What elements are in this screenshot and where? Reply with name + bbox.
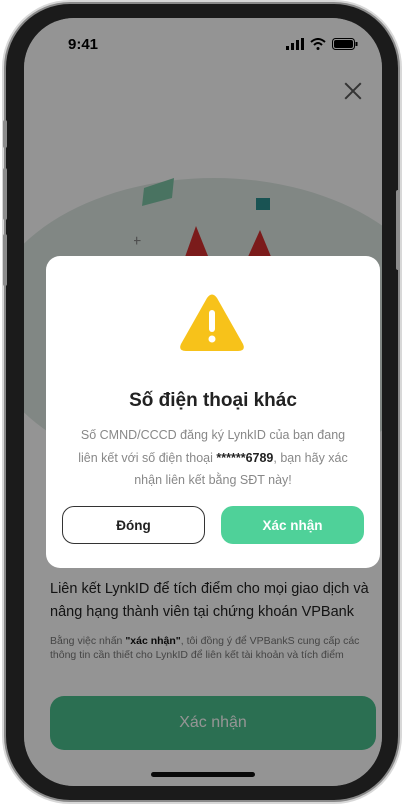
dialog-message: Số CMND/CCCD đăng ký LynkID của bạn đang…: [70, 424, 356, 492]
status-time: 9:41: [68, 36, 99, 53]
dialog-title: Số điện thoại khác: [129, 390, 297, 411]
phone-mismatch-dialog: Số điện thoại khác Số CMND/CCCD đăng ký …: [46, 256, 380, 568]
masked-phone: ******6789: [216, 450, 274, 465]
side-button: [3, 234, 7, 286]
phone-frame: + Liên kết LynkID để tích điểm cho mọi g…: [6, 4, 398, 800]
confirm-button[interactable]: Xác nhận: [221, 506, 364, 544]
wifi-icon: [310, 38, 326, 50]
screen: + Liên kết LynkID để tích điểm cho mọi g…: [24, 18, 382, 786]
warning-triangle-icon: [180, 294, 244, 351]
battery-icon: [332, 38, 358, 50]
signal-icon: [286, 38, 304, 50]
status-icons: [286, 38, 358, 50]
status-bar: 9:41: [24, 18, 382, 68]
close-button[interactable]: Đóng: [62, 506, 205, 544]
side-button: [3, 168, 7, 220]
side-button: [3, 120, 7, 148]
side-button: [396, 190, 400, 270]
